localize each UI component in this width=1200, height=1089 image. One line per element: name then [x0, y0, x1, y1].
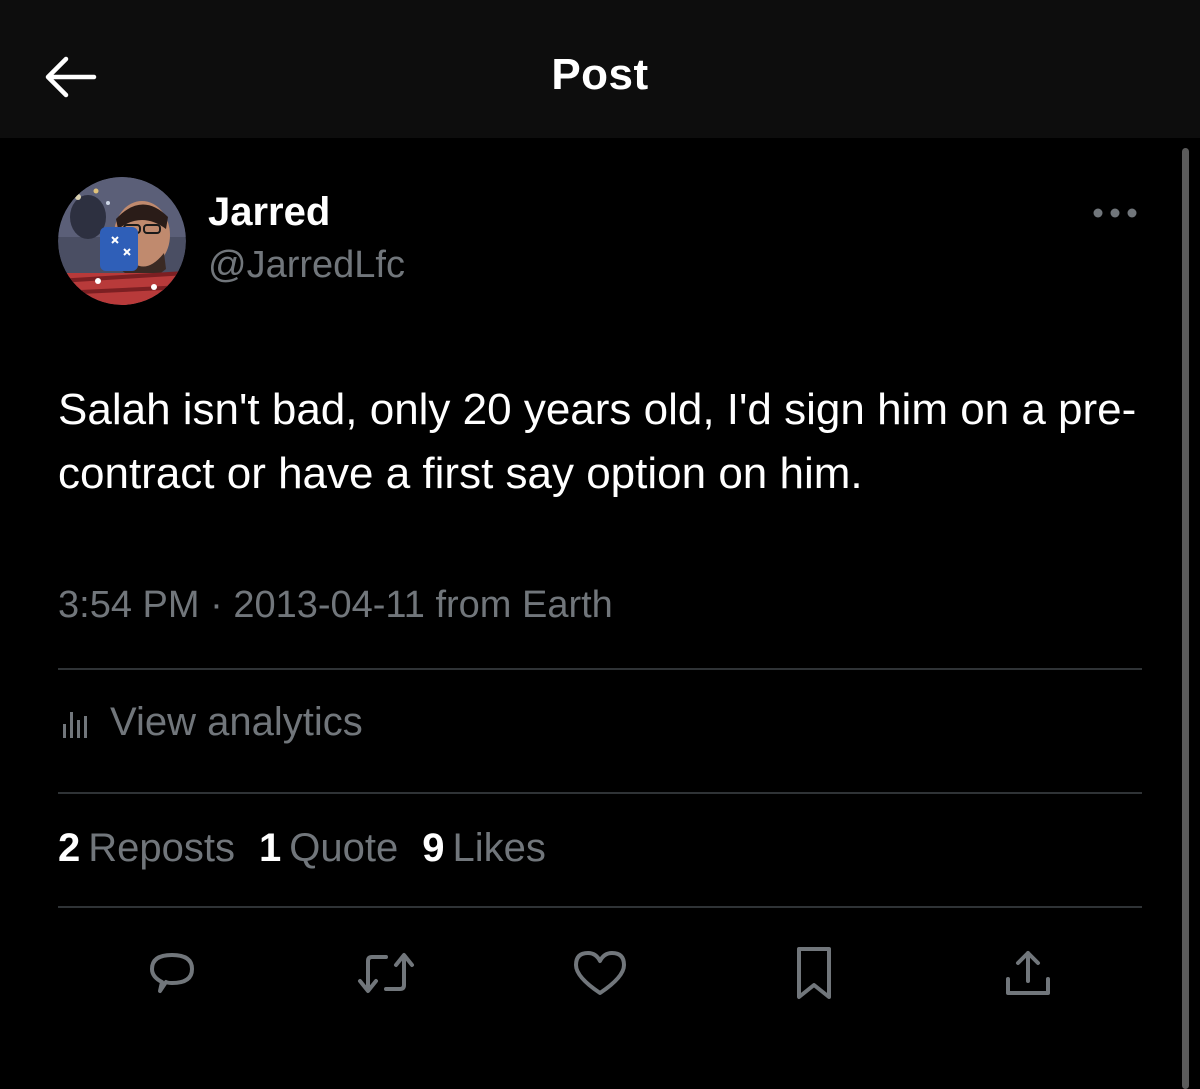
more-horizontal-icon — [1093, 208, 1137, 218]
action-bar — [0, 938, 1200, 1008]
share-button[interactable] — [993, 938, 1063, 1008]
like-button[interactable] — [565, 938, 635, 1008]
bookmark-icon — [797, 947, 831, 999]
reposts-stat[interactable]: 2 Reposts — [58, 826, 235, 871]
analytics-label: View analytics — [110, 700, 363, 744]
post-timestamp[interactable]: 3:54 PM · 2013-04-11 from Earth — [58, 584, 613, 627]
more-options-button[interactable] — [1090, 196, 1140, 230]
author-handle[interactable]: @JarredLfc — [208, 244, 405, 287]
post-date: 2013-04-11 — [233, 584, 425, 626]
profile-photo — [58, 177, 186, 305]
page-title: Post — [551, 50, 649, 99]
post-time: 3:54 PM — [58, 584, 200, 626]
reply-icon — [150, 953, 194, 993]
likes-stat[interactable]: 9 Likes — [422, 826, 546, 871]
bookmark-button[interactable] — [779, 938, 849, 1008]
divider — [58, 792, 1142, 794]
divider — [58, 668, 1142, 670]
quotes-label: Quote — [289, 826, 399, 870]
top-bar: Post — [0, 0, 1200, 138]
repost-button[interactable] — [351, 938, 421, 1008]
view-analytics-link[interactable]: View analytics — [58, 700, 363, 745]
share-icon — [1006, 951, 1050, 995]
likes-count: 9 — [422, 826, 445, 870]
heart-icon — [574, 951, 626, 995]
divider — [58, 906, 1142, 908]
meta-separator: · — [210, 584, 223, 626]
repost-icon — [358, 953, 414, 993]
post-source: from Earth — [435, 584, 613, 626]
quotes-count: 1 — [259, 826, 282, 870]
analytics-icon — [63, 711, 87, 738]
author-name[interactable]: Jarred — [208, 190, 330, 235]
engagement-stats: 2 Reposts 1 Quote 9 Likes — [58, 826, 570, 871]
quotes-stat[interactable]: 1 Quote — [259, 826, 398, 871]
avatar[interactable] — [58, 177, 186, 305]
likes-label: Likes — [452, 826, 546, 870]
reposts-label: Reposts — [88, 826, 235, 870]
post-text: Salah isn't bad, only 20 years old, I'd … — [58, 385, 1137, 498]
reply-button[interactable] — [137, 938, 207, 1008]
reposts-count: 2 — [58, 826, 81, 870]
